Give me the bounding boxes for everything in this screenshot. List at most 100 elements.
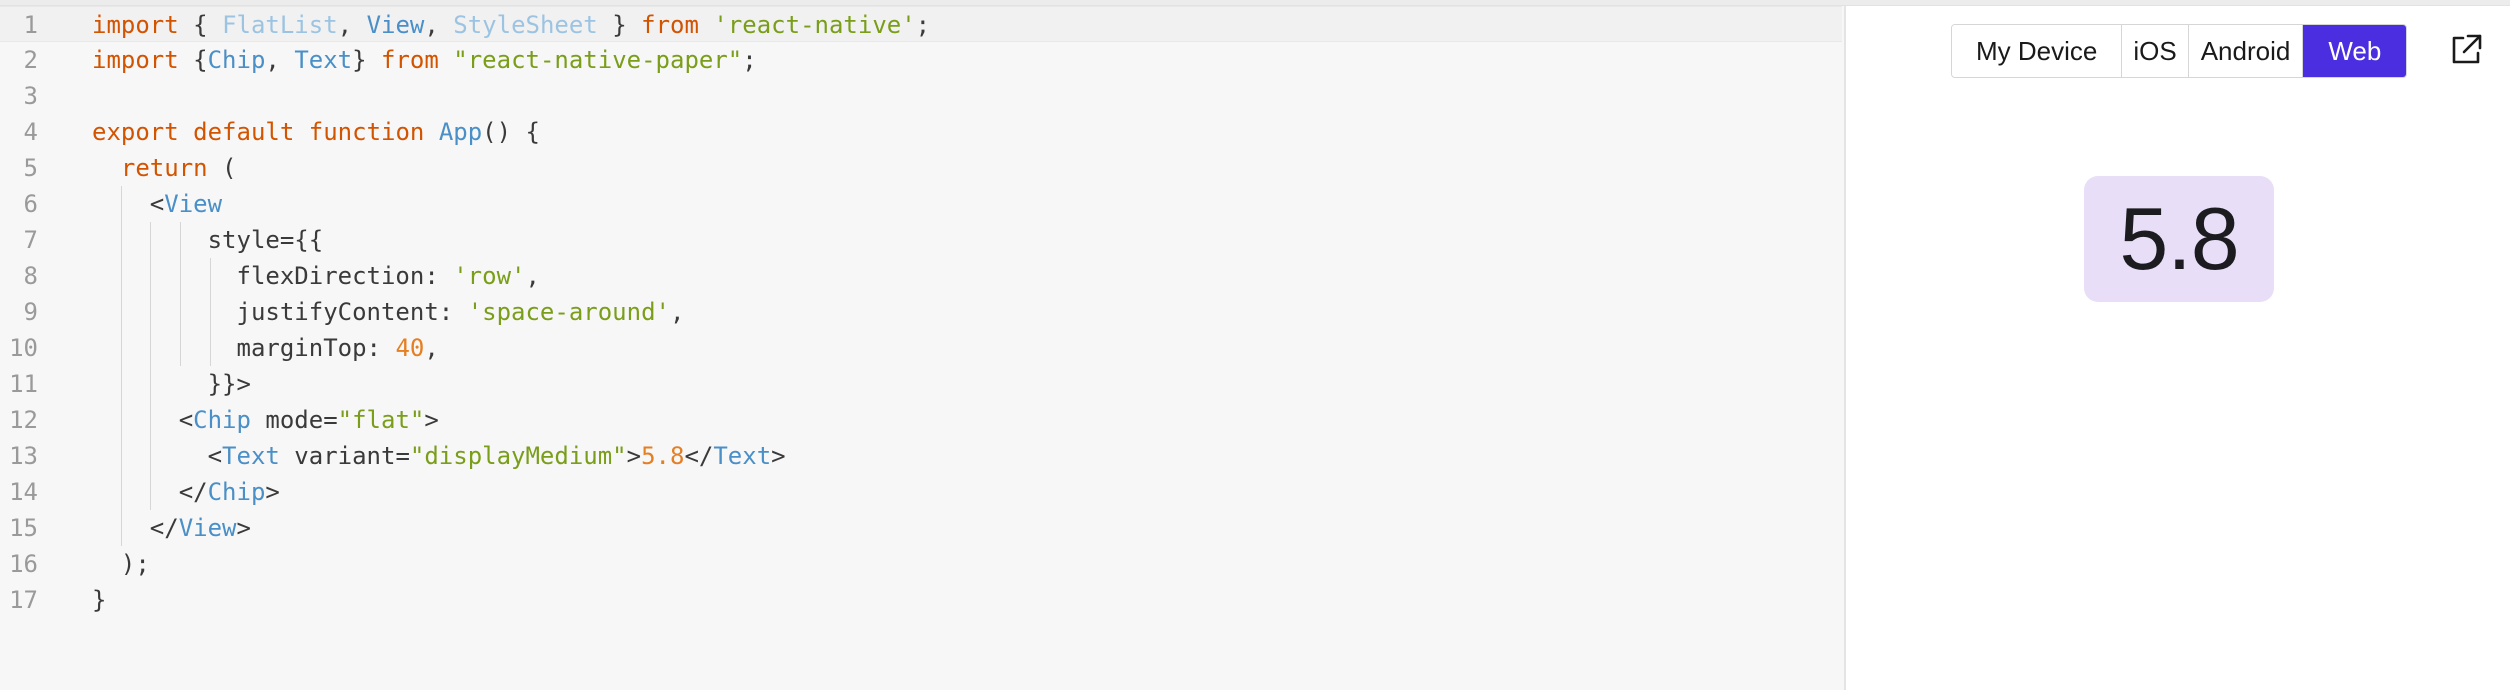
code-token: { [178, 46, 208, 74]
code-token: > [265, 478, 280, 506]
code-line[interactable]: 3 [0, 78, 1844, 114]
line-number: 2 [23, 46, 38, 74]
code-line[interactable]: 5 return ( [0, 150, 1844, 186]
chip-text: 5.8 [2119, 189, 2239, 288]
code-token: , [424, 334, 439, 362]
code-token: variant= [279, 442, 410, 470]
preview-panel: My Device iOS Android Web 5.8 [1846, 6, 2510, 690]
code-token: View [366, 11, 425, 39]
line-number: 10 [9, 334, 38, 362]
code-token: View [164, 190, 223, 218]
code-token: </ [92, 478, 208, 506]
code-line[interactable]: 6 <View [0, 186, 1844, 222]
code-line[interactable]: 9 justifyContent: 'space-around', [0, 294, 1844, 330]
code-line[interactable]: 10 marginTop: 40, [0, 330, 1844, 366]
code-text: marginTop: 40, [92, 334, 439, 362]
code-text: import {Chip, Text} from "react-native-p… [92, 48, 757, 72]
line-number: 4 [23, 118, 38, 146]
line-number: 15 [9, 514, 38, 542]
line-number: 11 [9, 370, 38, 398]
code-token: ; [742, 46, 757, 74]
line-number: 14 [9, 478, 38, 506]
line-number: 16 [9, 550, 38, 578]
code-token: flexDirection: [92, 262, 454, 290]
code-token: 40 [395, 334, 425, 362]
code-token: ; [915, 11, 931, 39]
code-token: } [352, 46, 382, 74]
code-text: style={{ [92, 226, 324, 254]
code-text: }}> [92, 372, 251, 396]
code-token: , [525, 262, 540, 290]
code-token: }}> [92, 370, 251, 398]
code-line[interactable]: 15 </View> [0, 510, 1844, 546]
code-token: from [381, 46, 439, 74]
code-token: default [193, 118, 295, 146]
code-line[interactable]: 4 export default function App() { [0, 114, 1844, 150]
code-line[interactable]: 16 ); [0, 546, 1844, 582]
code-line[interactable]: 12 <Chip mode="flat"> [0, 402, 1844, 438]
code-token: </ [92, 514, 179, 542]
code-token: StyleSheet [453, 11, 598, 39]
code-text: } [92, 588, 106, 612]
line-number: 3 [23, 82, 38, 110]
code-token: 5.8 [641, 442, 685, 470]
code-line[interactable]: 8 flexDirection: 'row', [0, 258, 1844, 294]
platform-switcher: My Device iOS Android Web [1951, 24, 2408, 78]
code-line[interactable]: 17} [0, 582, 1844, 618]
code-text: flexDirection: 'row', [92, 262, 540, 290]
code-text: export default function App() { [92, 120, 540, 144]
code-token: style={{ [92, 226, 324, 254]
code-line[interactable]: 14 </Chip> [0, 474, 1844, 510]
code-token: View [178, 514, 237, 542]
code-line[interactable]: 13 <Text variant="displayMedium">5.8</Te… [0, 438, 1844, 474]
code-line[interactable]: 1 import { FlatList, View, StyleSheet } f… [0, 6, 1842, 42]
external-link-icon[interactable] [2448, 32, 2484, 68]
code-token: < [92, 406, 194, 434]
code-token: , [424, 11, 454, 39]
line-number: 12 [9, 406, 38, 434]
line-number: 7 [23, 226, 38, 254]
code-text: <Text variant="displayMedium">5.8</Text> [92, 444, 786, 468]
code-token: from [641, 11, 699, 39]
line-number: 9 [23, 298, 38, 326]
code-text: </View> [92, 516, 251, 540]
code-token: ); [92, 550, 150, 578]
code-text: import { FlatList, View, StyleSheet } fr… [92, 13, 930, 37]
code-token: function [308, 118, 425, 146]
line-number: 1 [23, 11, 38, 39]
code-token: > [424, 406, 439, 434]
tab-my-device[interactable]: My Device [1952, 25, 2123, 77]
code-token: export [92, 118, 179, 146]
tab-ios[interactable]: iOS [2122, 25, 2189, 77]
code-token: () { [482, 118, 540, 146]
code-token: mode= [250, 406, 338, 434]
code-line[interactable]: 2 import {Chip, Text} from "react-native-… [0, 42, 1844, 78]
line-number: 8 [23, 262, 38, 290]
code-token: marginTop: [92, 334, 396, 362]
code-token: Chip [207, 46, 266, 74]
tab-web[interactable]: Web [2303, 25, 2407, 77]
line-number: 5 [23, 154, 38, 182]
code-token: < [92, 190, 165, 218]
code-text: ); [92, 552, 150, 576]
code-editor[interactable]: 1 import { FlatList, View, StyleSheet } f… [0, 6, 1846, 690]
code-line[interactable]: 11 }}> [0, 366, 1844, 402]
line-number: 6 [23, 190, 38, 218]
tab-android[interactable]: Android [2188, 25, 2304, 77]
chip[interactable]: 5.8 [2084, 176, 2274, 302]
code-token: Text [294, 46, 353, 74]
code-token: return [120, 154, 208, 182]
code-line[interactable]: 7 style={{ [0, 222, 1844, 258]
code-token: "displayMedium" [409, 442, 627, 470]
code-token: Chip [207, 478, 266, 506]
code-token: Chip [193, 406, 251, 434]
code-token: > [626, 442, 642, 470]
code-token: ( [207, 154, 237, 182]
code-token: </ [684, 442, 714, 470]
code-token: } [92, 586, 107, 614]
code-text: </Chip> [92, 480, 280, 504]
